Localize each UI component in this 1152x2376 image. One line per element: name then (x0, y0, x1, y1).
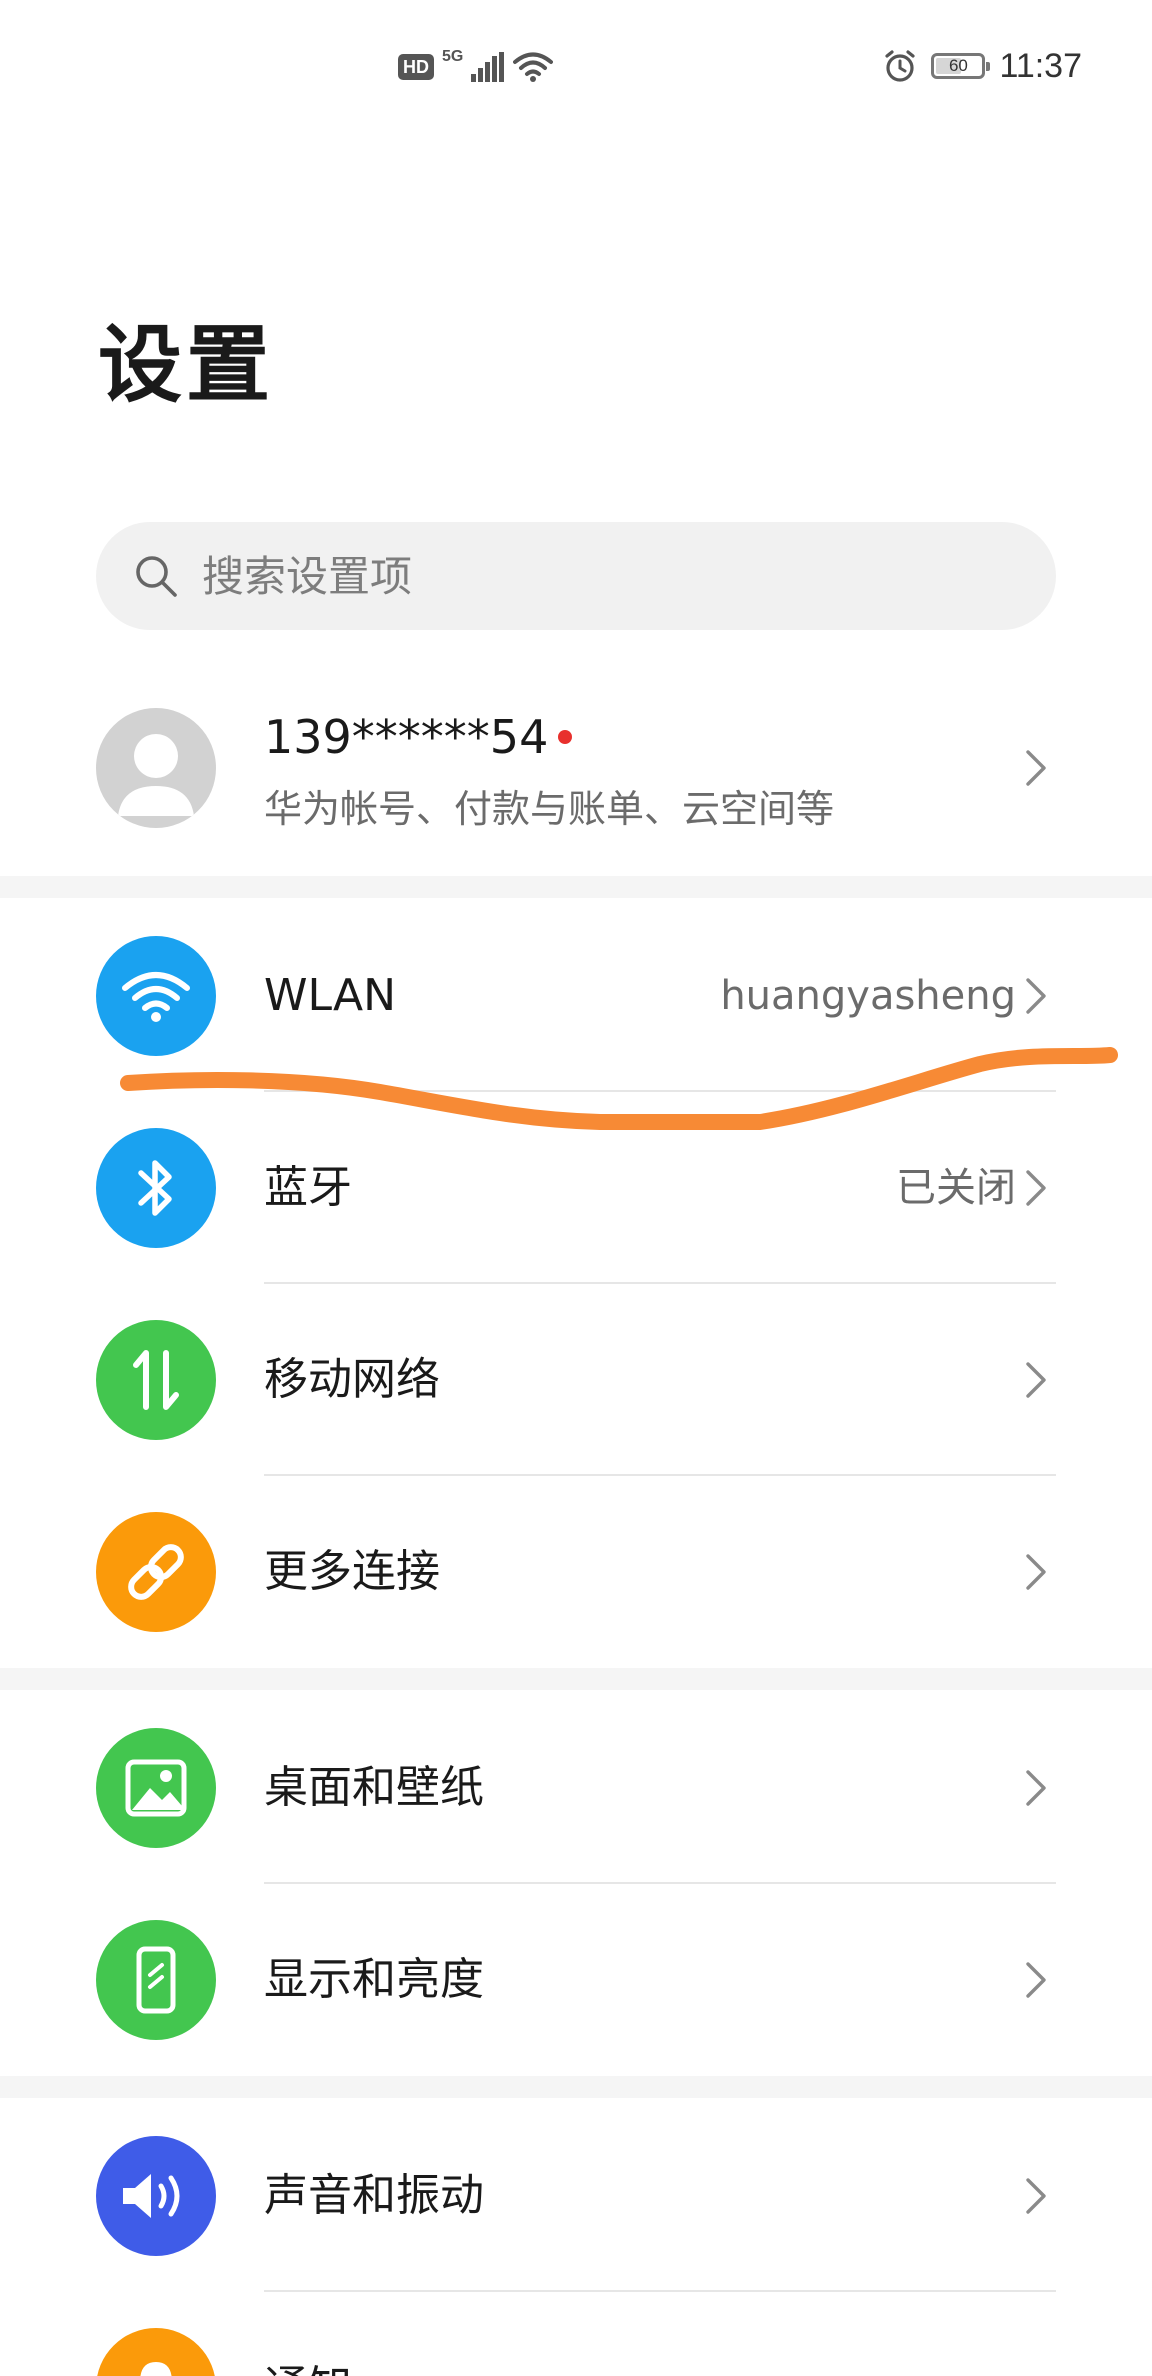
bluetooth-icon-badge (96, 1128, 216, 1248)
chevron-right-icon (1026, 1362, 1046, 1398)
avatar (96, 708, 216, 828)
settings-item-label: WLAN (264, 970, 397, 1021)
page-title: 设置 (98, 316, 275, 414)
settings-item-display-brightness[interactable]: 显示和亮度 (0, 1884, 1152, 2076)
account-name-line: 139******54 (264, 710, 573, 764)
battery-icon: 60 (931, 53, 991, 79)
status-bar: HD 5G 60 11:37 (0, 0, 1152, 134)
more-connections-icon-badge (96, 1512, 216, 1632)
settings-item-desktop-wallpaper[interactable]: 桌面和壁纸 (0, 1692, 1152, 1884)
settings-item-label: 更多连接 (264, 1546, 440, 1597)
settings-item-bluetooth[interactable]: 蓝牙 已关闭 (0, 1092, 1152, 1284)
wifi-icon (122, 972, 190, 1022)
settings-item-label: 通知 (264, 2292, 352, 2376)
settings-item-value: huangyasheng (720, 973, 1016, 1019)
chevron-right-icon (1026, 1962, 1046, 1998)
status-left: HD 5G (398, 48, 554, 86)
chevron-right-icon (1026, 750, 1046, 786)
signal-icon (471, 52, 505, 82)
section-separator (0, 1668, 1152, 1690)
alarm-icon (885, 50, 916, 82)
status-right: 60 11:37 (883, 44, 1082, 88)
settings-item-label: 显示和亮度 (264, 1954, 484, 2005)
image-icon (125, 1759, 187, 1817)
avatar-person-icon (118, 734, 194, 816)
sound-vibration-icon-badge (96, 2136, 216, 2256)
settings-item-more-connections[interactable]: 更多连接 (0, 1476, 1152, 1668)
clock: 11:37 (999, 46, 1082, 85)
bluetooth-icon (138, 1160, 172, 1216)
chevron-right-icon (1026, 1170, 1046, 1206)
notification-dot (558, 730, 573, 744)
wlan-icon-badge (96, 936, 216, 1056)
mobile-network-icon-badge (96, 1320, 216, 1440)
speaker-icon (123, 2174, 180, 2218)
section-separator (0, 876, 1152, 898)
account-row[interactable]: 139******54 华为帐号、付款与账单、云空间等 (0, 690, 1152, 868)
search-icon (136, 556, 177, 597)
chevron-right-icon (1026, 1770, 1046, 1806)
mobile-data-icon (133, 1350, 179, 1410)
search-input[interactable] (200, 550, 984, 602)
battery-level: 60 (948, 56, 968, 75)
phone-display-icon (136, 1946, 176, 2014)
notifications-icon-badge (96, 2328, 216, 2376)
network-type: 5G (442, 48, 464, 65)
account-subtitle: 华为帐号、付款与账单、云空间等 (264, 787, 835, 831)
link-icon (128, 1544, 184, 1600)
hd-badge: HD (398, 54, 434, 80)
display-brightness-icon-badge (96, 1920, 216, 2040)
settings-item-label: 声音和振动 (264, 2170, 484, 2221)
settings-item-sound-vibration[interactable]: 声音和振动 (0, 2100, 1152, 2292)
settings-item-mobile-network[interactable]: 移动网络 (0, 1284, 1152, 1476)
settings-item-label: 桌面和壁纸 (264, 1762, 484, 1813)
chevron-right-icon (1026, 978, 1046, 1014)
account-name: 139******54 (264, 710, 549, 764)
bell-icon (140, 2362, 172, 2376)
settings-item-wlan[interactable]: WLAN huangyasheng (0, 900, 1152, 1092)
section-separator (0, 2076, 1152, 2098)
settings-item-label: 蓝牙 (264, 1162, 352, 1213)
wifi-icon (513, 52, 554, 82)
settings-item-label: 移动网络 (264, 1354, 440, 1405)
settings-item-value: 已关闭 (896, 1165, 1016, 1211)
search-bar[interactable] (96, 522, 1056, 630)
chevron-right-icon (1026, 1554, 1046, 1590)
desktop-wallpaper-icon-badge (96, 1728, 216, 1848)
settings-item-notifications[interactable]: 通知 (0, 2292, 1152, 2376)
chevron-right-icon (1026, 2178, 1046, 2214)
